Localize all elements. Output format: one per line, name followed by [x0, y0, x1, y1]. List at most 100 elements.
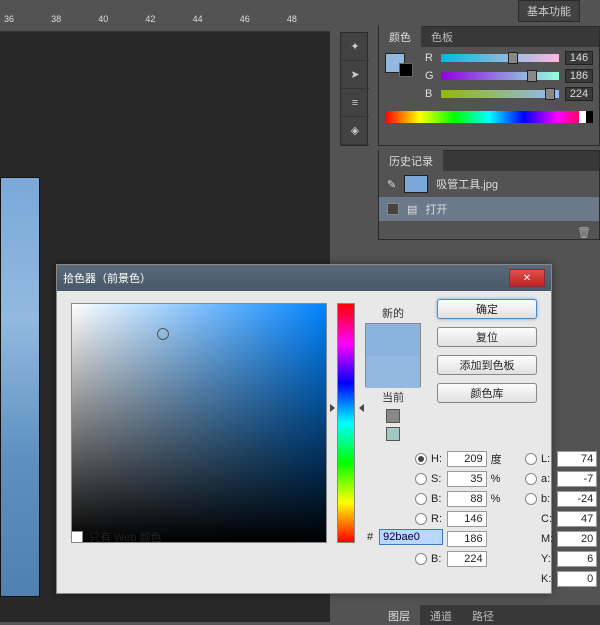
trash-icon[interactable]: 🗑	[577, 225, 591, 239]
y-label: Y:	[541, 553, 553, 565]
fg-bg-swatches[interactable]	[379, 47, 419, 105]
brush-icon: ✎	[387, 178, 396, 191]
tab-history[interactable]: 历史记录	[379, 150, 443, 172]
g-slider[interactable]	[441, 72, 559, 80]
ruler-mark: 36	[0, 14, 47, 31]
c-label: C:	[541, 513, 553, 525]
l-input[interactable]	[557, 451, 597, 467]
l-radio[interactable]	[525, 453, 537, 465]
current-label: 当前	[365, 389, 421, 405]
r-label: R	[425, 52, 435, 64]
brush-preset-icon[interactable]: ✦	[341, 33, 369, 61]
new-color-swatch[interactable]	[366, 324, 420, 356]
g-value[interactable]: 186	[565, 69, 593, 83]
history-thumbnail	[404, 175, 428, 193]
history-source[interactable]: ✎ 吸管工具.jpg	[379, 171, 599, 197]
color-field[interactable]	[71, 303, 327, 543]
s-label: S:	[431, 473, 443, 485]
color-library-button[interactable]: 颜色库	[437, 383, 537, 403]
s-radio[interactable]	[415, 473, 427, 485]
ruler-mark: 40	[94, 14, 141, 31]
h-radio[interactable]	[415, 453, 427, 465]
h-label: H:	[431, 453, 443, 465]
tab-paths[interactable]: 路径	[462, 605, 504, 625]
tab-channels[interactable]: 通道	[420, 605, 462, 625]
ok-button[interactable]: 确定	[437, 299, 537, 319]
gamut-warning-icon[interactable]	[386, 409, 400, 423]
cube-icon[interactable]: ◈	[341, 117, 369, 145]
s-input[interactable]	[447, 471, 487, 487]
lab-b-input[interactable]	[557, 491, 597, 507]
lab-b-radio[interactable]	[525, 493, 537, 505]
m-input[interactable]	[557, 531, 597, 547]
bb-radio[interactable]	[415, 553, 427, 565]
b-slider[interactable]	[441, 90, 559, 98]
tab-swatches[interactable]: 色板	[421, 26, 463, 48]
tab-color[interactable]: 颜色	[379, 26, 421, 48]
g-label: G	[425, 70, 435, 82]
bv-input[interactable]	[447, 491, 487, 507]
r-slider[interactable]	[441, 54, 559, 62]
s-unit: %	[491, 473, 509, 485]
bv-unit: %	[491, 493, 509, 505]
close-button[interactable]: ✕	[509, 269, 545, 287]
r-radio[interactable]	[415, 513, 427, 525]
history-step[interactable]: ▤ 打开	[379, 197, 599, 221]
history-filename: 吸管工具.jpg	[436, 176, 498, 192]
color-preview	[365, 323, 421, 387]
dialog-title: 拾色器（前景色）	[63, 270, 151, 286]
web-colors-checkbox[interactable]: 只有 Web 颜色	[71, 529, 162, 545]
websafe-swatch-icon[interactable]	[386, 427, 400, 441]
a-radio[interactable]	[525, 473, 537, 485]
picker-cursor[interactable]	[157, 328, 169, 340]
r-label2: R:	[431, 513, 443, 525]
document-icon: ▤	[407, 203, 417, 216]
a-label: a:	[541, 473, 553, 485]
ruler-mark: 44	[189, 14, 236, 31]
ruler-mark: 42	[141, 14, 188, 31]
lab-b-label: b:	[541, 493, 553, 505]
horizontal-ruler: 36 38 40 42 44 46 48	[0, 14, 330, 32]
web-colors-label: 只有 Web 颜色	[89, 529, 162, 545]
ruler-mark: 48	[283, 14, 330, 31]
h-input[interactable]	[447, 451, 487, 467]
hex-input[interactable]	[379, 529, 443, 545]
background-swatch[interactable]	[399, 63, 413, 77]
c-input[interactable]	[557, 511, 597, 527]
k-label: K:	[541, 573, 553, 585]
b-label: B	[425, 88, 435, 100]
history-step-label: 打开	[425, 201, 447, 217]
r-input[interactable]	[447, 511, 487, 527]
k-input[interactable]	[557, 571, 597, 587]
workspace-menu[interactable]: 基本功能	[518, 0, 580, 22]
color-panel: 颜色 色板 R 146 G 186 B 224	[378, 26, 600, 146]
dialog-titlebar[interactable]: 拾色器（前景色） ✕	[57, 265, 551, 291]
g-input[interactable]	[447, 531, 487, 547]
brush-icon[interactable]: ➤	[341, 61, 369, 89]
bv-radio[interactable]	[415, 493, 427, 505]
hue-slider[interactable]	[337, 303, 355, 543]
hue-pointer[interactable]	[332, 404, 362, 412]
side-toolbar: ✦ ➤ ≡ ◈	[340, 32, 368, 146]
a-input[interactable]	[557, 471, 597, 487]
checkbox-icon[interactable]	[387, 203, 399, 215]
spectrum-strip[interactable]	[385, 111, 593, 123]
y-input[interactable]	[557, 551, 597, 567]
tab-layers[interactable]: 图层	[378, 605, 420, 625]
current-color-swatch[interactable]	[366, 356, 420, 388]
bv-label: B:	[431, 493, 443, 505]
ruler-mark: 46	[236, 14, 283, 31]
add-swatch-button[interactable]: 添加到色板	[437, 355, 537, 375]
m-label: M:	[541, 533, 553, 545]
l-label: L:	[541, 453, 553, 465]
color-picker-dialog: 拾色器（前景色） ✕ 新的 当前 确定 复位 添加到色板 颜色库 H:度	[56, 264, 552, 594]
layers-icon[interactable]: ≡	[341, 89, 369, 117]
new-label: 新的	[365, 305, 421, 321]
canvas-image[interactable]	[0, 177, 40, 597]
b-value[interactable]: 224	[565, 87, 593, 101]
reset-button[interactable]: 复位	[437, 327, 537, 347]
r-value[interactable]: 146	[565, 51, 593, 65]
checkbox-icon[interactable]	[71, 531, 83, 543]
bb-input[interactable]	[447, 551, 487, 567]
history-panel: 历史记录 ✎ 吸管工具.jpg ▤ 打开 🗑	[378, 150, 600, 240]
